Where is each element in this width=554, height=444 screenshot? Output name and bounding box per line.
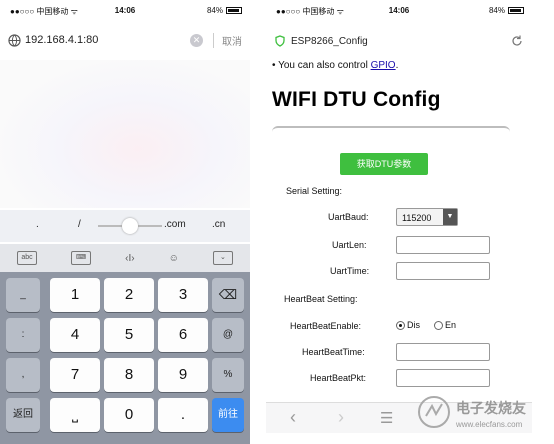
note-suffix: . — [395, 60, 399, 71]
uart-baud-select[interactable]: 115200 ▼ — [396, 208, 458, 226]
clear-icon[interactable]: ✕ — [190, 33, 203, 47]
status-right: 84% — [489, 6, 524, 15]
menu-icon[interactable]: ☰ — [380, 409, 393, 427]
colon-key[interactable]: : — [6, 318, 40, 352]
cursor-slider[interactable] — [98, 218, 162, 234]
shield-icon — [275, 35, 285, 47]
keyboard-icon[interactable]: ⌨ — [71, 251, 92, 265]
dotcom-key[interactable]: .com — [164, 219, 186, 230]
delete-key[interactable]: ⌫ — [212, 278, 244, 312]
key-0[interactable]: 0 — [104, 398, 154, 432]
heartbeat-pkt-label: HeartBeatPkt: — [310, 373, 367, 383]
key-6[interactable]: 6 — [158, 318, 208, 352]
key-2[interactable]: 2 — [104, 278, 154, 312]
slash-key[interactable]: / — [78, 219, 81, 230]
underscore-key[interactable]: _ — [6, 278, 40, 312]
uart-len-label: UartLen: — [332, 240, 367, 250]
watermark-text: 电子发烧友 — [456, 400, 526, 416]
radio-en[interactable] — [434, 321, 443, 330]
dotcn-key[interactable]: .cn — [212, 219, 225, 230]
battery-icon — [508, 7, 524, 14]
cancel-button[interactable]: 取消 — [213, 32, 242, 48]
reload-icon[interactable] — [510, 34, 524, 48]
url-shortcut-row: . / .com .cn — [0, 210, 250, 242]
numeric-keypad: _ : , 返回 1 2 3 4 5 6 7 8 9 ⎵ 0 . ⌫ @ % 前… — [0, 272, 250, 444]
heartbeat-enable-label: HeartBeatEnable: — [290, 321, 362, 331]
key-8[interactable]: 8 — [104, 358, 154, 392]
uart-baud-label: UartBaud: — [328, 212, 369, 222]
uart-time-input[interactable] — [396, 262, 490, 280]
url-input[interactable]: 192.168.4.1:80 — [25, 34, 190, 46]
heartbeat-time-label: HeartBeatTime: — [302, 347, 365, 357]
space-key[interactable]: ⎵ — [50, 398, 100, 432]
battery-percent: 84% — [488, 6, 505, 15]
slider-knob[interactable] — [122, 218, 138, 234]
key-5[interactable]: 5 — [104, 318, 154, 352]
key-9[interactable]: 9 — [158, 358, 208, 392]
address-bar[interactable]: 192.168.4.1:80 ✕ 取消 — [8, 24, 242, 56]
elecfans-logo-icon — [418, 396, 450, 428]
radio-dis-label: Dis — [407, 320, 420, 330]
status-bar: ●●○○○ 中国移动 ᯤ 14:06 84% — [266, 0, 532, 20]
key-3[interactable]: 3 — [158, 278, 208, 312]
dot-key[interactable]: . — [36, 219, 39, 230]
key-7[interactable]: 7 — [50, 358, 100, 392]
uart-len-input[interactable] — [396, 236, 490, 254]
keyboard-toolbar: abc ⌨ ‹I› ☺ ⌄ — [0, 244, 250, 272]
page-title-tab[interactable]: ESP8266_Config — [291, 36, 510, 47]
abc-keyboard-icon[interactable]: abc — [17, 251, 38, 265]
battery-icon — [226, 7, 242, 14]
browser-title-bar[interactable]: ESP8266_Config — [274, 26, 524, 56]
get-dtu-params-button[interactable]: 获取DTU参数 — [340, 153, 428, 175]
dot-key-pad[interactable]: . — [158, 398, 208, 432]
forward-icon[interactable]: › — [338, 407, 344, 428]
status-bar: ●●○○○ 中国移动 ᯤ 14:06 84% — [0, 0, 250, 20]
emoji-icon[interactable]: ☺ — [169, 253, 179, 264]
watermark-url: www.elecfans.com — [456, 420, 523, 429]
page-heading: WIFI DTU Config — [272, 88, 441, 111]
serial-section-label: Serial Setting: — [286, 186, 343, 196]
gpio-link[interactable]: GPIO — [371, 60, 396, 71]
cursor-icon[interactable]: ‹I› — [125, 253, 134, 264]
battery-percent: 84% — [206, 6, 223, 15]
at-key[interactable]: @ — [212, 318, 244, 352]
radio-dis[interactable] — [396, 321, 405, 330]
heartbeat-time-input[interactable] — [396, 343, 490, 361]
left-phone-screen: ●●○○○ 中国移动 ᯤ 14:06 84% 192.168.4.1:80 ✕ … — [0, 0, 250, 444]
uart-baud-value: 115200 — [402, 213, 432, 223]
elecfans-watermark: 电子发烧友 www.elecfans.com — [410, 390, 544, 440]
blank-webview — [0, 60, 250, 208]
key-4[interactable]: 4 — [50, 318, 100, 352]
go-key[interactable]: 前往 — [212, 398, 244, 432]
key-1[interactable]: 1 — [50, 278, 100, 312]
radio-en-label: En — [445, 320, 457, 330]
note-text: • You can also control — [272, 60, 371, 71]
chevron-down-icon: ▼ — [443, 209, 457, 225]
percent-key[interactable]: % — [212, 358, 244, 392]
back-key[interactable]: 返回 — [6, 398, 40, 432]
heartbeat-section-label: HeartBeat Setting: — [284, 294, 358, 304]
back-icon[interactable]: ‹ — [290, 407, 296, 428]
uart-time-label: UartTime: — [330, 266, 370, 276]
comma-key[interactable]: , — [6, 358, 40, 392]
gpio-note: • You can also control GPIO. — [272, 60, 398, 71]
collapse-icon[interactable]: ⌄ — [212, 251, 233, 265]
heartbeat-pkt-input[interactable] — [396, 369, 490, 387]
status-right: 84% — [207, 6, 242, 15]
right-phone-screen: ●●○○○ 中国移动 ᯤ 14:06 84% ESP8266_Config • … — [266, 0, 532, 444]
globe-icon — [8, 33, 21, 47]
